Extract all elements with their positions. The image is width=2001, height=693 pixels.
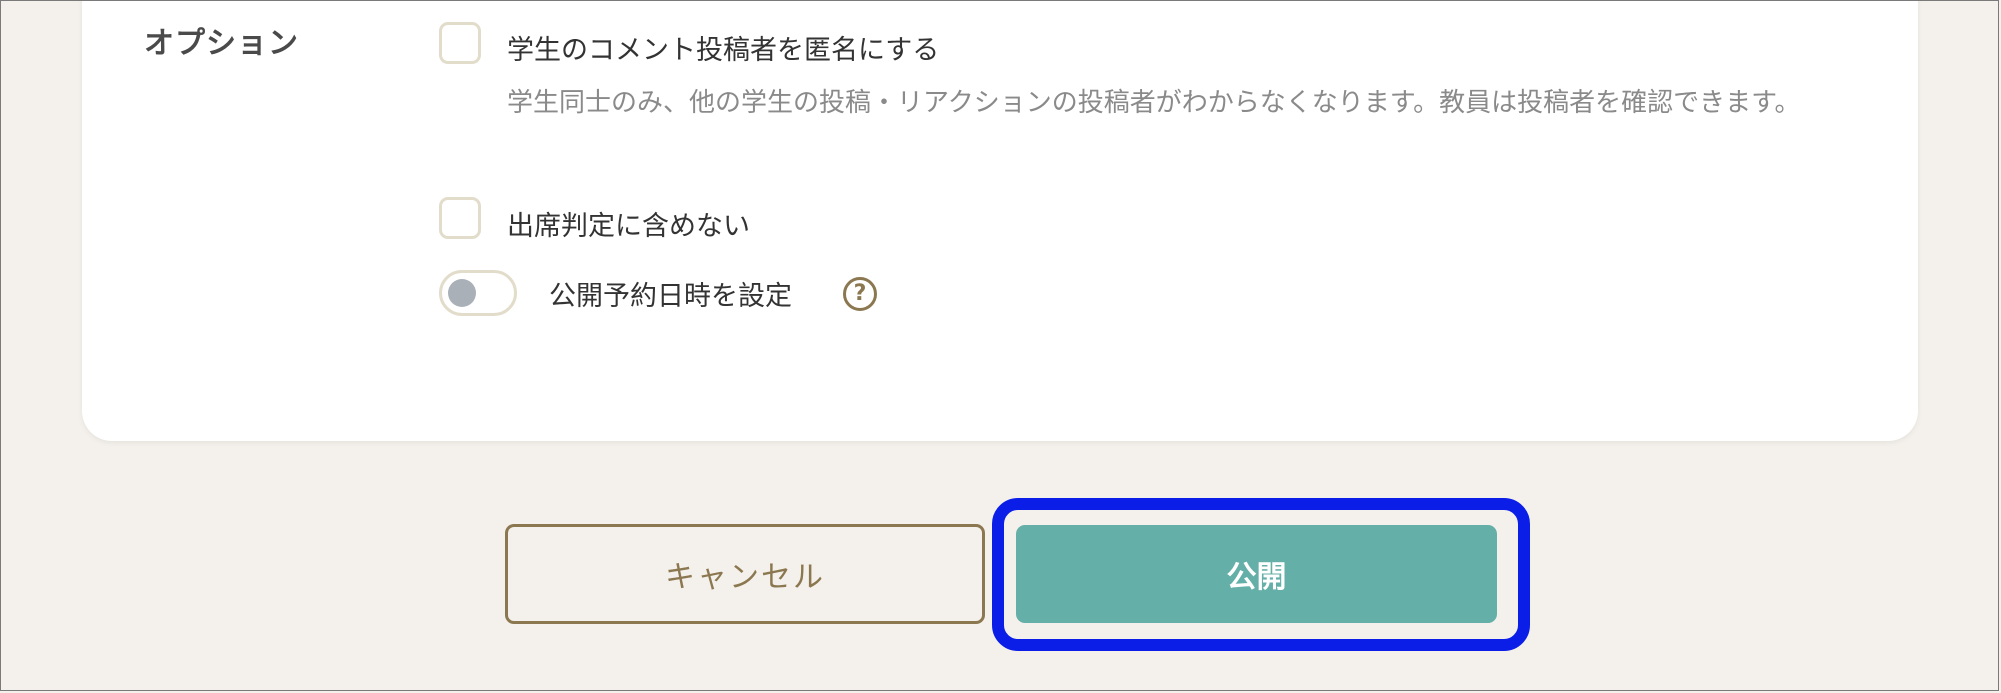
exclude-attendance-label[interactable]: 出席判定に含めない (507, 204, 750, 243)
anonymous-label[interactable]: 学生のコメント投稿者を匿名にする (507, 28, 939, 67)
publish-button[interactable]: 公開 (1016, 525, 1497, 623)
question-circle-icon[interactable]: ? (843, 277, 877, 311)
anonymous-checkbox[interactable] (439, 22, 481, 64)
schedule-toggle[interactable] (439, 270, 517, 316)
exclude-attendance-checkbox[interactable] (439, 197, 481, 239)
toggle-knob (448, 279, 476, 307)
cancel-button[interactable]: キャンセル (505, 524, 985, 624)
schedule-label[interactable]: 公開予約日時を設定 (549, 274, 792, 313)
section-label-options: オプション (144, 26, 299, 61)
anonymous-description: 学生同士のみ、他の学生の投稿・リアクションの投稿者がわからなくなります。教員は投… (507, 88, 1801, 118)
options-card (82, 0, 1918, 441)
